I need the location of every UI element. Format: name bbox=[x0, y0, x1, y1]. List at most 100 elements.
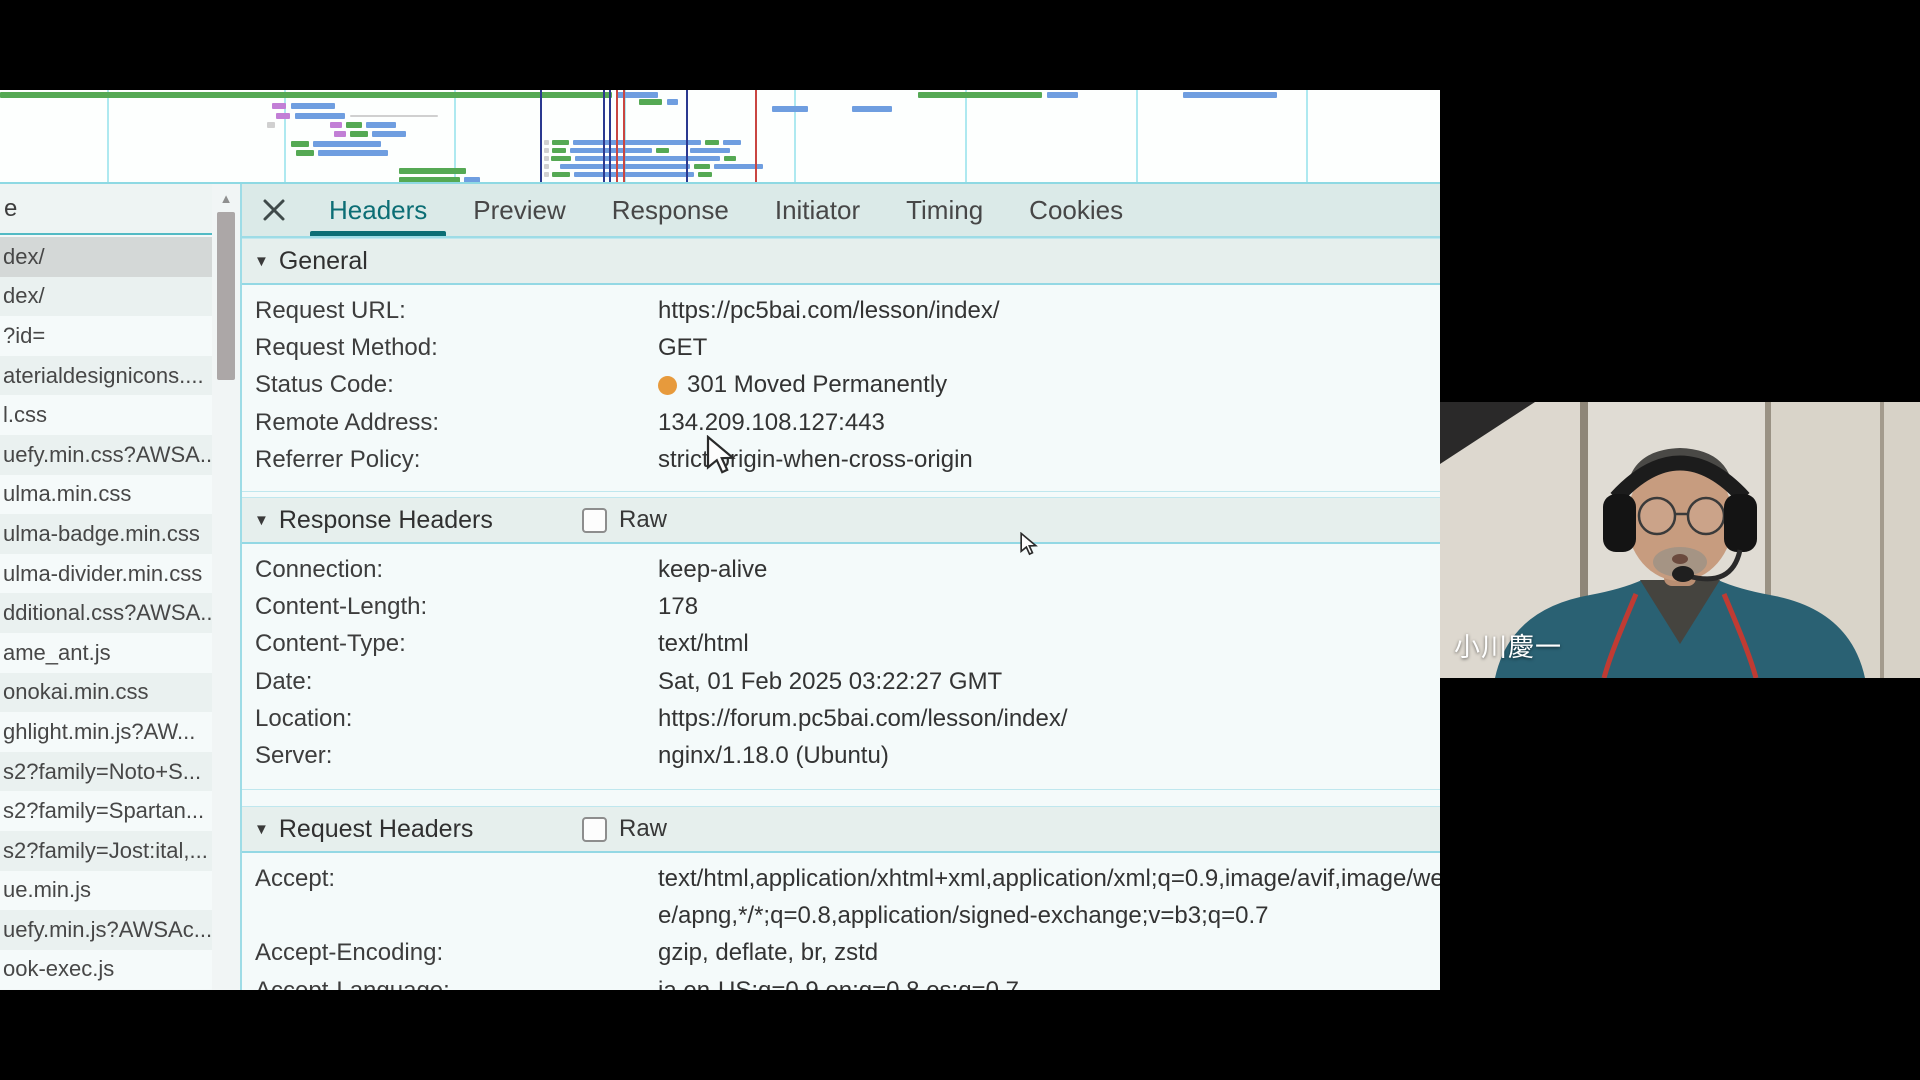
request-row[interactable]: uefy.min.js?AWSAc... bbox=[0, 910, 212, 950]
raw-checkbox[interactable] bbox=[582, 817, 607, 842]
speaker-name: 小川慶一 bbox=[1454, 627, 1562, 664]
header-row-content-length: Content-Length: 178 bbox=[242, 588, 1440, 625]
request-row[interactable]: s2?family=Jost:ital,... bbox=[0, 831, 212, 871]
response-header-rows: Connection: keep-alive Content-Length: 1… bbox=[242, 544, 1440, 775]
waterfall-bar bbox=[295, 113, 345, 119]
waterfall-bar bbox=[334, 131, 346, 137]
raw-checkbox[interactable] bbox=[582, 508, 607, 533]
disclosure-triangle-icon: ▼ bbox=[254, 253, 269, 270]
request-row[interactable]: aterialdesignicons.... bbox=[0, 356, 212, 396]
request-row[interactable]: uefy.min.css?AWSA... bbox=[0, 435, 212, 475]
waterfall-bar bbox=[544, 140, 549, 145]
request-rows: dex/ dex/ ?id= aterialdesignicons.... l.… bbox=[0, 237, 212, 989]
section-title: General bbox=[279, 247, 368, 276]
disclosure-triangle-icon: ▼ bbox=[254, 821, 269, 838]
waterfall-bar bbox=[698, 172, 712, 177]
waterfall-event-line bbox=[616, 90, 618, 182]
waterfall-event-line bbox=[623, 90, 625, 182]
tab-initiator[interactable]: Initiator bbox=[752, 184, 883, 236]
request-row[interactable]: s2?family=Spartan... bbox=[0, 791, 212, 831]
waterfall-bar bbox=[276, 113, 290, 119]
name-column-header[interactable]: e bbox=[0, 184, 212, 235]
request-row[interactable]: ulma-badge.min.css bbox=[0, 514, 212, 554]
request-row[interactable]: onokai.min.css bbox=[0, 673, 212, 713]
general-rows: Request URL: https://pc5bai.com/lesson/i… bbox=[242, 285, 1440, 478]
network-waterfall-overview bbox=[0, 90, 1440, 182]
glasses-right-lens bbox=[1688, 498, 1724, 534]
header-row-request-url: Request URL: https://pc5bai.com/lesson/i… bbox=[242, 292, 1440, 329]
waterfall-bar bbox=[574, 172, 694, 177]
scrollbar-thumb[interactable] bbox=[217, 212, 235, 380]
headphones-left-cup bbox=[1603, 494, 1636, 552]
tab-timing[interactable]: Timing bbox=[883, 184, 1006, 236]
header-row-remote-address: Remote Address: 134.209.108.127:443 bbox=[242, 404, 1440, 441]
waterfall-bar bbox=[350, 115, 438, 117]
request-row[interactable]: l.css bbox=[0, 395, 212, 435]
request-row[interactable]: ?id= bbox=[0, 316, 212, 356]
waterfall-bar bbox=[296, 150, 314, 156]
mic-capsule bbox=[1672, 566, 1694, 582]
tab-headers[interactable]: Headers bbox=[306, 184, 450, 236]
request-row[interactable]: ulma.min.css bbox=[0, 475, 212, 515]
header-row-accept: Accept: text/html,application/xhtml+xml,… bbox=[242, 860, 1440, 935]
waterfall-bar bbox=[723, 140, 741, 145]
tab-response[interactable]: Response bbox=[589, 184, 752, 236]
waterfall-bar bbox=[639, 99, 662, 105]
waterfall-bar bbox=[852, 106, 892, 112]
video-frame: e dex/ dex/ ?id= aterialdesignicons.... … bbox=[0, 0, 1920, 1080]
request-row[interactable]: ook-exec.js bbox=[0, 950, 212, 990]
section-title: Request Headers bbox=[279, 815, 474, 844]
request-row[interactable]: ue.min.js bbox=[0, 871, 212, 911]
waterfall-bar bbox=[313, 141, 381, 147]
waterfall-bar bbox=[544, 156, 549, 161]
waterfall-gridline bbox=[794, 90, 796, 182]
headphones-right-cup bbox=[1724, 494, 1757, 552]
scroll-up-icon[interactable]: ▲ bbox=[212, 186, 240, 210]
request-row[interactable]: s2?family=Noto+S... bbox=[0, 752, 212, 792]
section-general-header[interactable]: ▼ General bbox=[242, 239, 1440, 285]
header-row-referrer-policy: Referrer Policy: strict-origin-when-cros… bbox=[242, 441, 1440, 478]
section-response-headers-header[interactable]: ▼ Response Headers Raw bbox=[242, 498, 1440, 544]
request-header-rows: Accept: text/html,application/xhtml+xml,… bbox=[242, 853, 1440, 990]
waterfall-bar bbox=[552, 148, 566, 153]
request-row[interactable]: dex/ bbox=[0, 277, 212, 317]
waterfall-bar bbox=[918, 92, 1042, 98]
tabs: Headers Preview Response Initiator Timin… bbox=[306, 184, 1146, 236]
request-row[interactable]: ame_ant.js bbox=[0, 633, 212, 673]
request-row[interactable]: ghlight.min.js?AW... bbox=[0, 712, 212, 752]
header-row-server: Server: nginx/1.18.0 (Ubuntu) bbox=[242, 737, 1440, 774]
request-row[interactable]: ulma-divider.min.css bbox=[0, 554, 212, 594]
header-row-location: Location: https://forum.pc5bai.com/lesso… bbox=[242, 700, 1440, 737]
header-row-accept-encoding: Accept-Encoding: gzip, deflate, br, zstd bbox=[242, 935, 1440, 972]
section-general: ▼ General Request URL: https://pc5bai.co… bbox=[242, 238, 1440, 492]
section-request-headers-header[interactable]: ▼ Request Headers Raw bbox=[242, 807, 1440, 853]
waterfall-bar bbox=[573, 140, 701, 145]
close-request-button[interactable] bbox=[242, 184, 306, 236]
wall-panel-line bbox=[1880, 402, 1884, 678]
waterfall-bar bbox=[366, 122, 396, 128]
raw-checkbox-label: Raw bbox=[619, 506, 667, 534]
waterfall-bar bbox=[1183, 92, 1277, 98]
tab-cookies[interactable]: Cookies bbox=[1006, 184, 1146, 236]
waterfall-gridline bbox=[1306, 90, 1308, 182]
header-row-status-code: Status Code: 301 Moved Permanently bbox=[242, 367, 1440, 404]
header-row-date: Date: Sat, 01 Feb 2025 03:22:27 GMT bbox=[242, 663, 1440, 700]
waterfall-bar bbox=[350, 131, 368, 137]
waterfall-bar bbox=[694, 164, 710, 169]
waterfall-bar bbox=[656, 148, 669, 153]
tab-preview[interactable]: Preview bbox=[450, 184, 588, 236]
glasses-left-lens bbox=[1639, 498, 1675, 534]
waterfall-bar bbox=[575, 156, 720, 161]
waterfall-bar bbox=[552, 172, 570, 177]
waterfall-event-line bbox=[609, 90, 611, 182]
request-row[interactable]: dex/ bbox=[0, 237, 212, 277]
waterfall-bar bbox=[399, 168, 466, 174]
raw-checkbox-label: Raw bbox=[619, 815, 667, 843]
request-list-scrollbar[interactable]: ▲ bbox=[212, 184, 240, 990]
header-row-content-type: Content-Type: text/html bbox=[242, 626, 1440, 663]
waterfall-bar bbox=[272, 103, 286, 109]
waterfall-bar bbox=[772, 106, 808, 112]
request-row[interactable]: dditional.css?AWSA... bbox=[0, 593, 212, 633]
section-request-headers: ▼ Request Headers Raw Accept: text/html,… bbox=[242, 806, 1440, 990]
waterfall-event-line bbox=[603, 90, 605, 182]
